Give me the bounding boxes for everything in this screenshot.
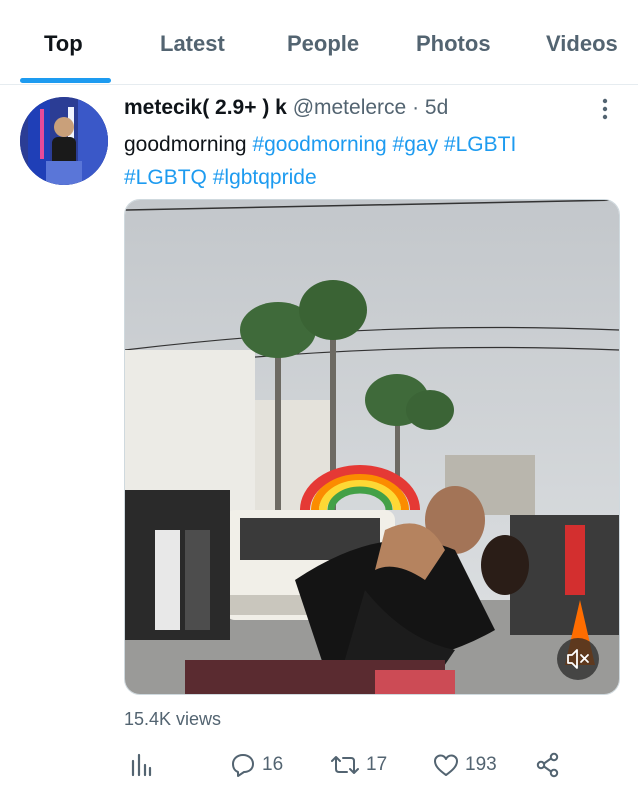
hashtag-link[interactable]: #LGBTQ: [124, 166, 207, 189]
tab-photos[interactable]: Photos: [416, 31, 491, 57]
avatar[interactable]: [20, 97, 108, 185]
like-count: 193: [465, 754, 497, 775]
reply-count: 16: [262, 754, 284, 775]
video-frame: [125, 200, 619, 694]
retweet-icon: [331, 756, 359, 774]
share-button[interactable]: [535, 750, 561, 780]
hashtag-link[interactable]: #LGBTI: [444, 133, 516, 156]
hashtag-link[interactable]: #gay: [393, 133, 439, 156]
retweet-button[interactable]: 17: [330, 750, 387, 780]
like-button[interactable]: 193: [433, 750, 497, 780]
share-icon: [536, 752, 559, 778]
display-name[interactable]: metecik( 2.9+ ) k: [124, 96, 287, 119]
analytics-icon: [131, 753, 152, 777]
tab-videos[interactable]: Videos: [546, 31, 618, 57]
hashtag-link[interactable]: #goodmorning: [252, 133, 386, 156]
search-tabs: Top Latest People Photos Videos: [0, 0, 638, 85]
tab-top[interactable]: Top: [44, 31, 83, 57]
tweet-plain-text: goodmorning: [124, 133, 247, 156]
retweet-count: 17: [366, 754, 388, 775]
tweet-video[interactable]: [124, 199, 620, 695]
tab-latest[interactable]: Latest: [160, 31, 225, 57]
mute-toggle-icon[interactable]: [557, 638, 599, 680]
tweet-timestamp[interactable]: 5d: [425, 96, 448, 119]
hashtag-link[interactable]: #lgbtqpride: [213, 166, 317, 189]
analytics-button[interactable]: [130, 750, 152, 780]
reply-button[interactable]: 16: [230, 750, 283, 780]
more-options-icon[interactable]: [596, 96, 614, 122]
reply-icon: [232, 754, 254, 777]
tweet-text: goodmorning #goodmorning #gay #LGBTI #LG…: [124, 128, 614, 194]
tab-people[interactable]: People: [287, 31, 359, 57]
separator-dot: ·: [412, 96, 420, 119]
user-handle[interactable]: @metelerce: [293, 96, 407, 119]
active-tab-indicator: [20, 78, 111, 83]
heart-icon: [434, 754, 458, 776]
view-count: 15.4K views: [124, 709, 222, 729]
tweet-header: metecik( 2.9+ ) k @metelerce · 5d: [124, 96, 448, 120]
